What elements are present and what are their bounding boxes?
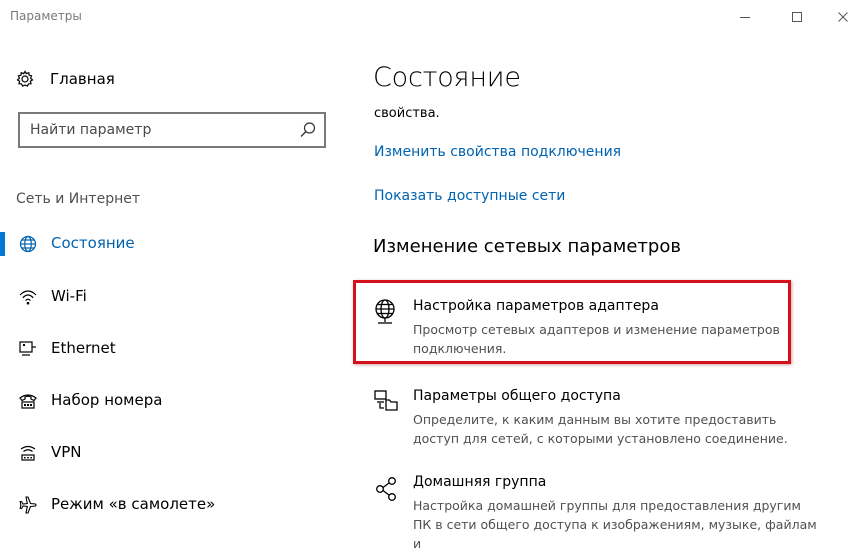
properties-text: свойства. bbox=[374, 106, 440, 121]
active-indicator bbox=[0, 232, 5, 256]
sidebar-item-label: Режим «в самолете» bbox=[51, 495, 216, 513]
highlight-frame bbox=[353, 280, 791, 364]
sidebar: Главная Сеть и Интернет Состояние bbox=[0, 36, 350, 526]
home-nav-item[interactable]: Главная bbox=[16, 68, 115, 90]
sidebar-item-dialup[interactable]: Набор номера bbox=[0, 381, 350, 421]
globe-icon bbox=[19, 235, 37, 253]
window-title: Параметры bbox=[10, 9, 82, 23]
homegroup-option[interactable]: Домашняя группа Настройка домашней групп… bbox=[370, 472, 830, 551]
gear-icon bbox=[16, 70, 34, 87]
sharing-options-option[interactable]: Параметры общего доступа Определите, к к… bbox=[370, 386, 830, 456]
search-box[interactable] bbox=[18, 112, 326, 148]
option-description: Определите, к каким данным вы хотите пре… bbox=[413, 412, 788, 446]
close-icon bbox=[838, 12, 848, 22]
sidebar-item-wifi[interactable]: Wi-Fi bbox=[0, 277, 350, 317]
title-bar: Параметры bbox=[0, 0, 856, 36]
sidebar-item-label: VPN bbox=[51, 443, 82, 461]
sidebar-item-label: Wi-Fi bbox=[51, 287, 87, 305]
sidebar-item-vpn[interactable]: VPN bbox=[0, 433, 350, 473]
sidebar-item-status[interactable]: Состояние bbox=[0, 224, 350, 264]
search-input[interactable] bbox=[30, 120, 290, 140]
vpn-icon bbox=[20, 445, 36, 461]
close-button[interactable] bbox=[820, 0, 856, 34]
change-connection-properties-link[interactable]: Изменить свойства подключения bbox=[374, 144, 621, 160]
home-label: Главная bbox=[50, 70, 115, 88]
network-settings-heading: Изменение сетевых параметров bbox=[373, 236, 681, 257]
sidebar-item-label: Ethernet bbox=[51, 339, 116, 357]
option-title: Домашняя группа bbox=[413, 474, 547, 490]
section-title: Сеть и Интернет bbox=[16, 191, 140, 207]
sidebar-item-label: Состояние bbox=[51, 234, 135, 252]
minimize-icon bbox=[740, 17, 750, 18]
option-description: Настройка домашней группы для предоставл… bbox=[413, 498, 817, 551]
airplane-icon bbox=[19, 496, 37, 514]
sharing-icon bbox=[374, 390, 398, 411]
sidebar-item-airplane[interactable]: Режим «в самолете» bbox=[0, 485, 350, 525]
dialup-icon bbox=[19, 394, 37, 409]
maximize-icon bbox=[792, 12, 802, 22]
wifi-icon bbox=[19, 290, 37, 305]
search-icon[interactable] bbox=[299, 121, 317, 139]
show-available-networks-link[interactable]: Показать доступные сети bbox=[374, 188, 565, 204]
homegroup-icon bbox=[376, 477, 396, 501]
sidebar-item-ethernet[interactable]: Ethernet bbox=[0, 329, 350, 369]
maximize-button[interactable] bbox=[774, 0, 820, 34]
option-title: Параметры общего доступа bbox=[413, 388, 621, 404]
ethernet-icon bbox=[19, 341, 36, 356]
page-title: Состояние bbox=[373, 62, 521, 93]
minimize-button[interactable] bbox=[722, 0, 768, 34]
sidebar-item-label: Набор номера bbox=[51, 391, 163, 409]
